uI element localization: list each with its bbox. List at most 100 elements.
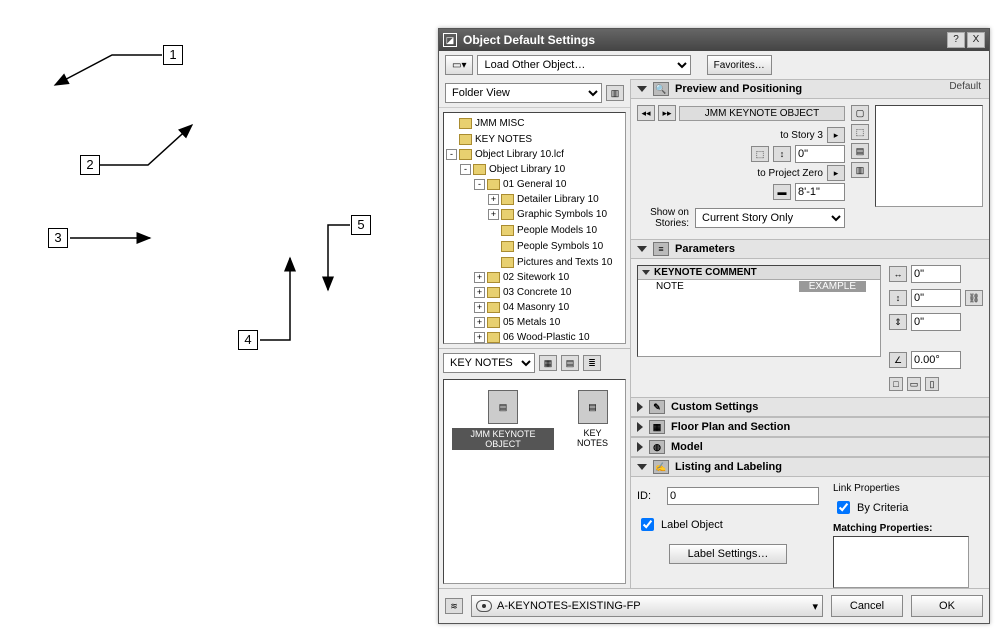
parameters-table[interactable]: KEYNOTE COMMENT NOTE EXAMPLE [637, 265, 881, 357]
nav-next-icon[interactable]: ▸▸ [658, 105, 676, 121]
mirror-x-icon[interactable]: ▭ [907, 377, 921, 391]
large-icons-icon[interactable]: ▦ [539, 355, 557, 371]
tree-node-label: 03 Concrete 10 [503, 287, 571, 298]
tree-node[interactable]: KEY NOTES [446, 131, 623, 147]
tree-node[interactable]: +05 Metals 10 [446, 315, 623, 330]
tree-expander-icon[interactable]: + [488, 194, 499, 205]
tree-node[interactable]: +02 Sitework 10 [446, 270, 623, 285]
tree-node[interactable]: +04 Masonry 10 [446, 300, 623, 315]
close-button[interactable]: X [967, 32, 985, 48]
tree-node[interactable]: People Models 10 [446, 222, 623, 238]
dim-y-input[interactable] [911, 289, 961, 307]
browse-folder-select[interactable]: KEY NOTES [443, 353, 535, 373]
param-group-twisty-icon[interactable] [642, 270, 650, 275]
cancel-button[interactable]: Cancel [831, 595, 903, 617]
view-toggle-icon[interactable]: ▥ [606, 85, 624, 101]
story-nav-icon[interactable]: ▸ [827, 127, 845, 143]
object-thumbnails: ▤JMM KEYNOTE OBJECT ▤KEY NOTES [443, 379, 626, 584]
matching-properties-label: Matching Properties: [833, 523, 983, 534]
diagram-num-4: 4 [238, 330, 258, 350]
small-icons-icon[interactable]: ▤ [561, 355, 579, 371]
matching-properties-list[interactable] [833, 536, 969, 588]
help-button[interactable]: ? [947, 32, 965, 48]
folder-view-select[interactable]: Folder View [445, 83, 602, 103]
listing-section-header[interactable]: ✍ Listing and Labeling [631, 457, 989, 477]
tree-expander-icon[interactable]: + [474, 302, 485, 313]
id-label: ID: [637, 490, 661, 502]
favorites-button[interactable]: Favorites… [707, 55, 772, 75]
preview-mode-side-icon[interactable]: ▥ [851, 162, 869, 178]
ok-button[interactable]: OK [911, 595, 983, 617]
tree-node[interactable]: +03 Concrete 10 [446, 285, 623, 300]
tree-node[interactable]: +Detailer Library 10 [446, 192, 623, 207]
layer-icon: ≋ [445, 598, 463, 614]
param-value[interactable]: EXAMPLE [799, 281, 866, 292]
disclosure-down-icon [637, 86, 647, 92]
object-thumbnail[interactable]: ▤KEY NOTES [568, 390, 617, 448]
angle-input[interactable] [911, 351, 961, 369]
titlebar[interactable]: ◪ Object Default Settings ? X [439, 29, 989, 51]
preview-mode-plan-icon[interactable]: ▢ [851, 105, 869, 121]
tree-node[interactable]: - Object Library 10.lcf [446, 147, 623, 162]
tree-expander-icon[interactable]: + [474, 332, 485, 343]
nav-first-icon[interactable]: ◂◂ [637, 105, 655, 121]
label-object-checkbox[interactable] [641, 518, 654, 531]
mirror-none-icon[interactable]: □ [889, 377, 903, 391]
show-on-stories-select[interactable]: Current Story Only [695, 208, 845, 228]
tree-expander-icon[interactable]: - [460, 164, 471, 175]
anchor-icon[interactable]: ↕ [773, 146, 791, 162]
tree-expander-icon[interactable]: + [474, 317, 485, 328]
elevation-icon: ⬚ [751, 146, 769, 162]
dim-x-input[interactable] [911, 265, 961, 283]
preview-canvas [875, 105, 983, 207]
custom-settings-header[interactable]: ✎ Custom Settings [631, 397, 989, 417]
link-dims-icon[interactable]: ⛓ [965, 290, 983, 306]
tree-node[interactable]: +06 Wood-Plastic 10 [446, 330, 623, 343]
dim-z-input[interactable] [911, 313, 961, 331]
tree-node[interactable]: People Symbols 10 [446, 238, 623, 254]
preview-mode-elev-icon[interactable]: ▤ [851, 143, 869, 159]
tree-node-label: KEY NOTES [475, 134, 532, 145]
tree-node[interactable]: -Object Library 10 [446, 162, 623, 177]
settings-panel: 🔍 Preview and Positioning ◂◂ ▸▸ JMM KEYN… [631, 79, 989, 588]
parameters-section-header[interactable]: ≡ Parameters [631, 239, 989, 259]
label-settings-button[interactable]: Label Settings… [669, 544, 788, 564]
library-tree[interactable]: JMM MISCKEY NOTES-Object Library 10.lcf-… [443, 112, 626, 344]
model-icon: ◍ [649, 440, 665, 454]
tree-expander-icon[interactable]: + [474, 272, 485, 283]
tree-expander-icon[interactable]: + [488, 209, 499, 220]
list-view-icon[interactable]: ≣ [583, 355, 601, 371]
model-section-header[interactable]: ◍ Model [631, 437, 989, 457]
load-object-select[interactable]: Load Other Object… [477, 55, 690, 75]
tree-node-label: People Symbols 10 [517, 241, 603, 252]
thumbnail-icon: ▤ [578, 390, 608, 424]
library-browser-panel: Folder View ▥ JMM MISCKEY NOTES-Object L… [439, 79, 631, 588]
tree-expander-spacer [488, 222, 499, 233]
view-mode-button[interactable]: ▭▾ [445, 55, 473, 75]
param-row[interactable]: NOTE EXAMPLE [638, 280, 880, 293]
folder-icon [501, 194, 514, 205]
tree-node[interactable]: +Graphic Symbols 10 [446, 207, 623, 222]
tree-node[interactable]: -01 General 10 [446, 177, 623, 192]
diagram-num-5: 5 [351, 215, 371, 235]
tree-expander-icon[interactable]: + [474, 287, 485, 298]
floorplan-section-header[interactable]: ▦ Floor Plan and Section [631, 417, 989, 437]
floorplan-icon: ▦ [649, 420, 665, 434]
to-zero-input[interactable] [795, 183, 845, 201]
preview-mode-3d-icon[interactable]: ⬚ [851, 124, 869, 140]
preview-section-header[interactable]: 🔍 Preview and Positioning [631, 79, 989, 99]
layer-combo[interactable]: A-KEYNOTES-EXISTING-FP ▾ [471, 595, 823, 617]
tree-node[interactable]: JMM MISC [446, 115, 623, 131]
dim-y-icon: ↕ [889, 290, 907, 306]
tree-expander-icon[interactable]: - [446, 149, 457, 160]
zero-nav-icon[interactable]: ▸ [827, 165, 845, 181]
tree-node[interactable]: Pictures and Texts 10 [446, 254, 623, 270]
folder-icon [501, 209, 514, 220]
by-criteria-checkbox[interactable] [837, 501, 850, 514]
tree-node-label: Object Library 10.lcf [475, 149, 564, 160]
object-thumbnail[interactable]: ▤JMM KEYNOTE OBJECT [452, 390, 554, 450]
mirror-y-icon[interactable]: ▯ [925, 377, 939, 391]
to-story-input[interactable] [795, 145, 845, 163]
id-input[interactable] [667, 487, 819, 505]
tree-expander-icon[interactable]: - [474, 179, 485, 190]
